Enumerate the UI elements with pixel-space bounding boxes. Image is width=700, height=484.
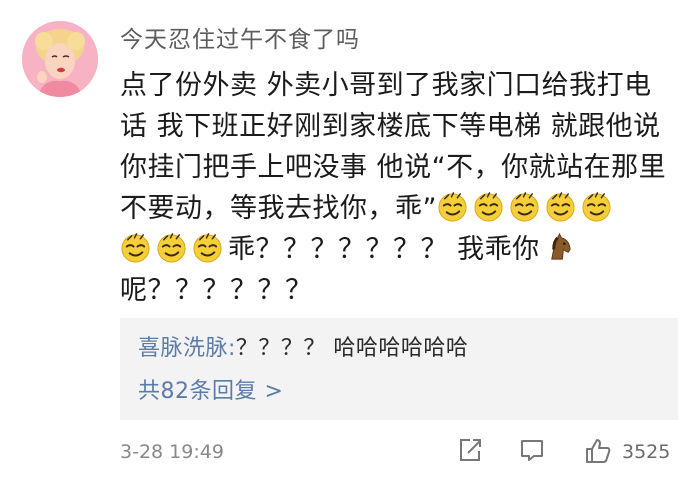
smirk-face-emoji-icon <box>545 191 576 222</box>
avatar[interactable] <box>22 21 98 97</box>
view-all-replies-link[interactable]: 共82条回复 > <box>138 373 283 405</box>
comment-line-5: 乖？？？？？？？ 我乖你 <box>120 229 680 270</box>
comment-icon[interactable] <box>518 436 546 464</box>
comment-line-text: 乖？？？？？？？ 我乖你 <box>228 234 540 265</box>
horse-emoji-icon <box>544 232 575 263</box>
reply-username[interactable]: 喜脉洗脉: <box>138 336 236 361</box>
smirk-face-emoji-icon <box>120 232 151 263</box>
smirk-face-emoji-icon <box>192 232 223 263</box>
smirk-face-emoji-icon <box>473 191 504 222</box>
like-count: 3525 <box>622 441 671 463</box>
comment-line: 呢？？？？？？ <box>120 275 313 306</box>
reply-text: ？？？？ 哈哈哈哈哈哈 <box>235 336 469 361</box>
smirk-face-emoji-icon <box>509 191 540 222</box>
comment-date: 3-28 19:49 <box>120 441 224 463</box>
smirk-face-emoji-icon <box>581 191 612 222</box>
comment-line: 你挂门把手上吧没事 他说“不，你就站在那里 <box>120 152 667 183</box>
comment-body: 点了份外卖 外卖小哥到了我家门口给我打电 话 我下班正好刚到家楼底下等电梯 就跟… <box>120 65 680 311</box>
share-icon[interactable] <box>456 436 484 464</box>
comment-line-text: 不要动，等我去找你，乖” <box>120 193 437 224</box>
comment-line: 话 我下班正好刚到家楼底下等电梯 就跟他说 <box>120 111 661 142</box>
smirk-face-emoji-icon <box>156 232 187 263</box>
reply-preview[interactable]: 喜脉洗脉:？？？？ 哈哈哈哈哈哈 共82条回复 > <box>120 318 678 420</box>
reply-line: 喜脉洗脉:？？？？ 哈哈哈哈哈哈 <box>138 330 468 362</box>
comment-line: 点了份外卖 外卖小哥到了我家门口给我打电 <box>120 70 652 101</box>
like-thumbs-up-icon[interactable] <box>583 436 613 466</box>
comment-username[interactable]: 今天忍住过午不食了吗 <box>120 20 360 54</box>
smirk-face-emoji-icon <box>437 191 468 222</box>
comment-line-4: 不要动，等我去找你，乖” <box>120 188 680 229</box>
